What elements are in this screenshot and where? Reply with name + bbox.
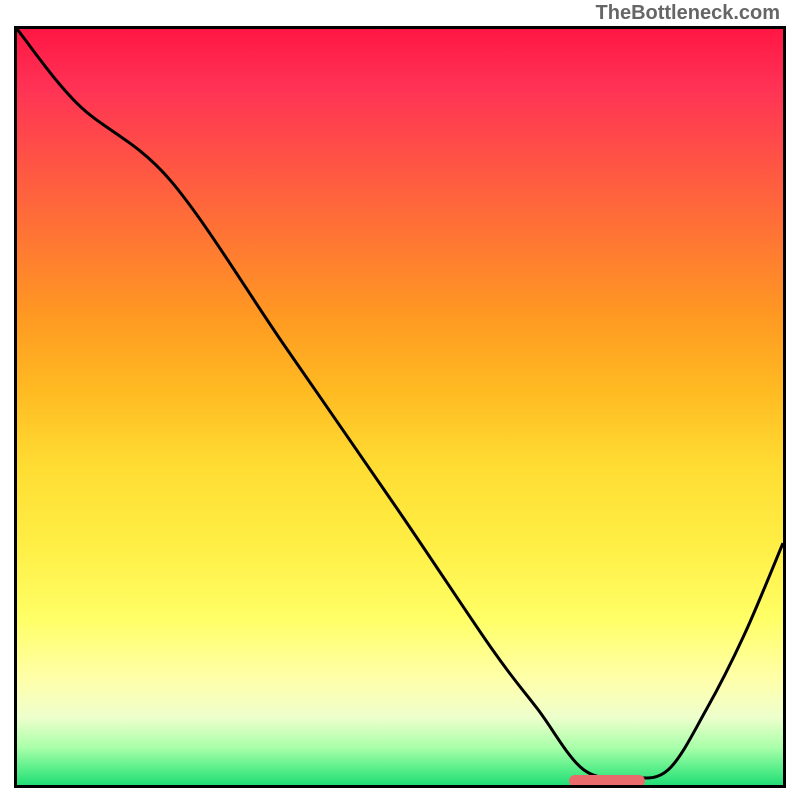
optimal-range-marker [569,775,646,787]
watermark-text: TheBottleneck.com [596,2,780,25]
bottleneck-curve [17,29,783,785]
chart-plot-area [14,26,786,788]
